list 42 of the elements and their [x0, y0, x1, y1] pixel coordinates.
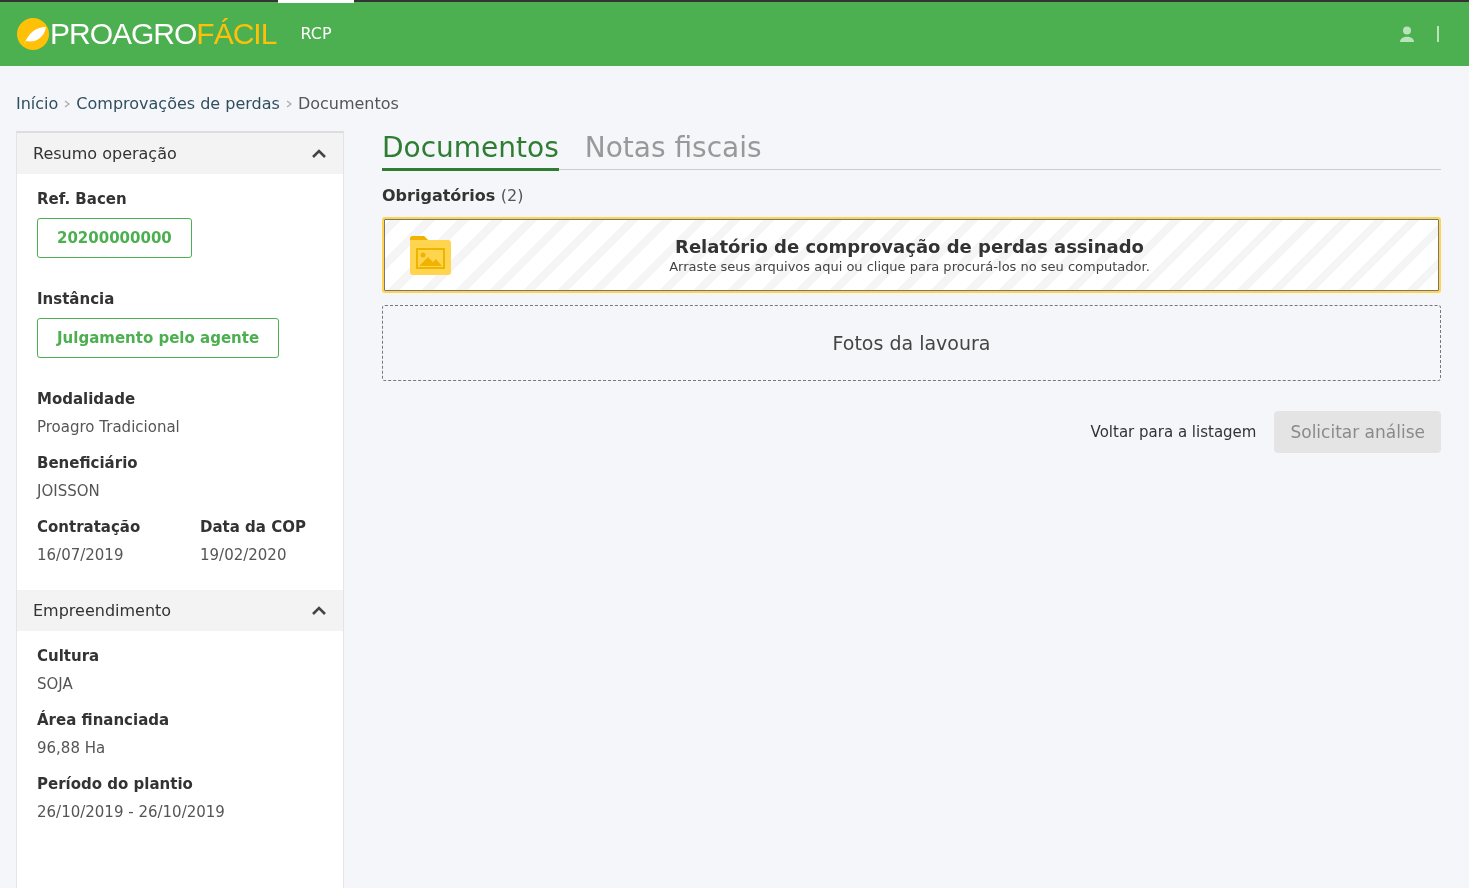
field-value: Proagro Tradicional — [37, 418, 180, 436]
field-label: Beneficiário — [37, 454, 138, 472]
breadcrumb-chevron-icon — [285, 99, 292, 108]
logo-text: FÁCIL — [196, 17, 277, 51]
field-value: JOISSON — [37, 482, 100, 500]
breadcrumb-chevron-icon — [64, 99, 71, 108]
upload-dropzone[interactable]: Relatório de comprovação de perdas assinado Arraste seus arquivos aqui ou clique para procurá-los no seu computador. — [382, 217, 1441, 293]
field-value: 96,88 Ha — [37, 739, 106, 757]
group-title: Obrigatórios — [382, 186, 496, 205]
field-value: SOJA — [37, 675, 73, 693]
section-header[interactable]: Empreendimento — [17, 590, 343, 631]
field-label: Período do plantio — [37, 775, 193, 793]
field-value: 16/07/2019 — [37, 546, 124, 564]
breadcrumb-link[interactable]: Início — [16, 94, 59, 113]
back-link[interactable]: Voltar para a listagem — [1090, 423, 1257, 441]
field-label: Data da COP — [200, 518, 306, 536]
field-label: Instância — [37, 290, 115, 308]
chevron-up-icon[interactable] — [311, 148, 327, 159]
field-label: Modalidade — [37, 390, 136, 408]
field-value: 19/02/2020 — [200, 546, 287, 564]
field-label: Contratação — [37, 518, 141, 536]
field-badge: Julgamento pelo agente — [37, 318, 280, 358]
upload-title: Fotos da lavoura — [832, 332, 991, 354]
section-header[interactable]: Resumo operação — [17, 133, 343, 174]
breadcrumb-link[interactable]: Documentos — [297, 94, 399, 113]
field-badge: 20200000000 — [37, 218, 192, 258]
breadcrumb-link[interactable]: Comprovações de perdas — [76, 94, 280, 113]
field-label: Área financiada — [37, 711, 170, 729]
field-label: Ref. Bacen — [37, 190, 127, 208]
section-title: Resumo operação — [33, 144, 177, 163]
field-value: 26/10/2019 - 26/10/2019 — [37, 803, 225, 821]
group-count: (2) — [500, 186, 524, 205]
logo-text: PROAGRO — [50, 17, 197, 51]
tab[interactable]: Documentos — [382, 131, 559, 171]
image-folder-icon — [408, 235, 452, 275]
upload-hint: Arraste seus arquivos aqui ou clique para procurá-los no seu computador. — [669, 259, 1150, 274]
section-title: Empreendimento — [33, 601, 172, 620]
upload-title: Relatório de comprovação de perdas assinado — [675, 236, 1144, 257]
chevron-up-icon[interactable] — [311, 605, 327, 616]
leaf-sun-logo-icon — [16, 17, 50, 51]
upload-dropzone[interactable]: Fotos da lavoura — [382, 305, 1441, 381]
field-label: Cultura — [37, 647, 100, 665]
